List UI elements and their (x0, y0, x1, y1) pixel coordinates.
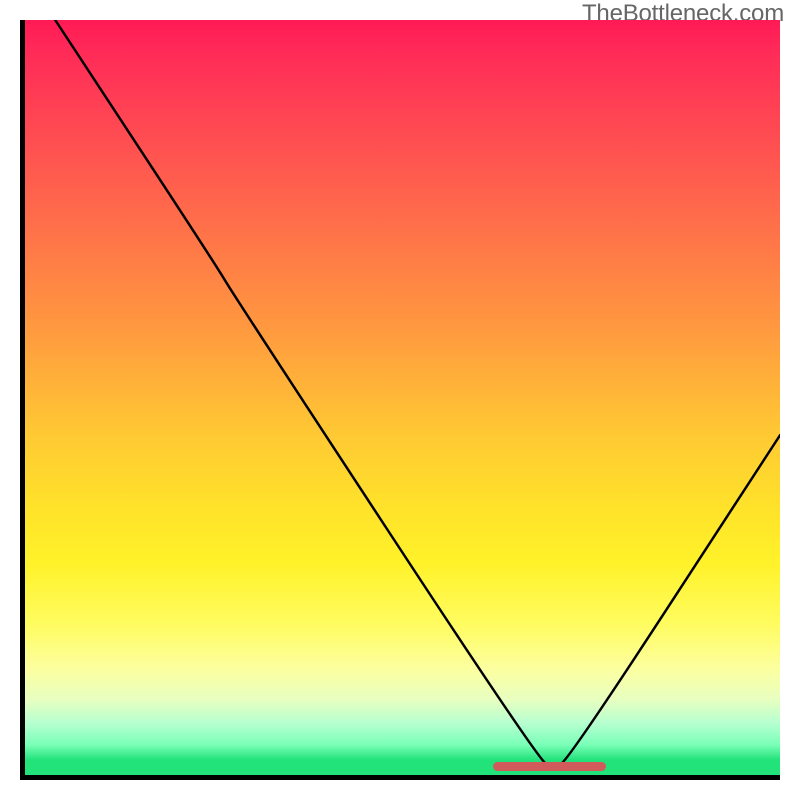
plot-area (20, 20, 780, 780)
chart-container: TheBottleneck.com (0, 0, 800, 800)
optimal-range-marker (493, 762, 606, 771)
gradient-background (25, 20, 780, 775)
